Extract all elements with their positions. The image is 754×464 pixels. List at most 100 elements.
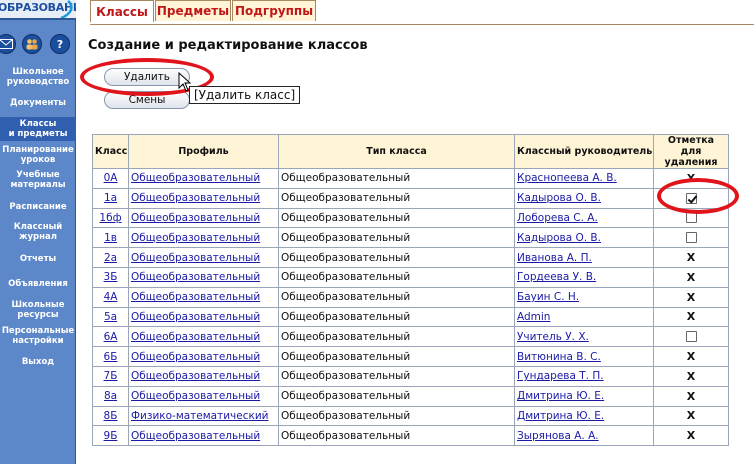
table-row: 7Б Общеобразовательный Общеобразовательный… — [92, 365, 729, 387]
teacher-cell: Краснопеева А. В. — [514, 168, 654, 189]
profile-link[interactable]: Общеобразовательный — [131, 232, 260, 244]
teacher-link[interactable]: Гордеева У. В. — [517, 271, 596, 283]
class-link[interactable]: 5а — [104, 311, 117, 323]
teacher-link[interactable]: Учитель У. Х. — [517, 331, 589, 343]
nav-lesson-planning[interactable]: Планирование уроков — [0, 145, 76, 165]
class-link[interactable]: 3Б — [104, 271, 118, 283]
class-type-cell: Общеобразовательный — [278, 326, 515, 348]
profile-link[interactable]: Общеобразовательный — [131, 271, 260, 283]
teacher-link[interactable]: Иванова А. П. — [517, 252, 592, 264]
profile-link[interactable]: Физико-математический — [131, 410, 268, 422]
class-type-cell: Общеобразовательный — [278, 187, 515, 209]
delete-checkbox[interactable] — [685, 232, 697, 244]
people-icon[interactable] — [22, 34, 42, 54]
class-link[interactable]: 9Б — [104, 430, 118, 442]
class-cell: 8а — [92, 385, 129, 407]
teacher-link[interactable]: Бауин С. Н. — [517, 291, 579, 303]
not-deletable-mark: X — [686, 409, 696, 423]
mail-icon[interactable] — [0, 34, 16, 54]
profile-link[interactable]: Общеобразовательный — [131, 172, 260, 184]
profile-link[interactable]: Общеобразовательный — [131, 351, 260, 363]
profile-cell: Физико-математический — [128, 405, 279, 427]
tab-underline — [90, 24, 754, 25]
class-link[interactable]: 0А — [104, 172, 118, 184]
class-cell: 3Б — [92, 266, 129, 288]
class-link[interactable]: 1а — [104, 192, 117, 204]
profile-link[interactable]: Общеобразовательный — [131, 311, 260, 323]
class-type-cell: Общеобразовательный — [278, 425, 515, 447]
profile-cell: Общеобразовательный — [128, 227, 279, 249]
nav-personal-settings[interactable]: Персональные настройки — [0, 326, 76, 346]
delete-checkbox[interactable] — [685, 331, 697, 343]
nav-class-journal[interactable]: Классный журнал — [0, 222, 76, 242]
help-icon[interactable]: ? — [50, 34, 70, 54]
class-cell: 1в — [92, 227, 129, 249]
nav-school-management[interactable]: Школьное руководство — [0, 67, 76, 87]
teacher-cell: Учитель У. Х. — [514, 326, 654, 348]
teacher-link[interactable]: Зырянова А. А. — [517, 430, 599, 442]
class-link[interactable]: 6Б — [104, 351, 118, 363]
profile-link[interactable]: Общеобразовательный — [131, 192, 260, 204]
teacher-link[interactable]: Дмитрина Ю. Е. — [517, 390, 604, 402]
tab-subjects[interactable]: Предметы — [155, 0, 231, 21]
teacher-cell: Витюнина В. С. — [514, 346, 654, 367]
nav-school-resources[interactable]: Школьные ресурсы — [0, 300, 76, 320]
profile-link[interactable]: Общеобразовательный — [131, 430, 260, 442]
delete-mark-cell: X — [653, 365, 729, 387]
delete-mark-cell: X — [653, 286, 729, 308]
profile-cell: Общеобразовательный — [128, 346, 279, 367]
profile-cell: Общеобразовательный — [128, 365, 279, 387]
teacher-link[interactable]: Краснопеева А. В. — [517, 172, 617, 184]
nav-study-materials[interactable]: Учебные материалы — [0, 170, 76, 190]
class-cell: 2а — [92, 247, 129, 268]
table-row: 0А Общеобразовательный Общеобразовательный… — [92, 168, 729, 189]
nav-exit[interactable]: Выход — [0, 357, 76, 367]
class-cell: 1а — [92, 187, 129, 209]
teacher-cell: Admin — [514, 306, 654, 328]
profile-link[interactable]: Общеобразовательный — [131, 252, 260, 264]
teacher-link[interactable]: Дмитрина Ю. Е. — [517, 410, 604, 422]
teacher-link[interactable]: Лоборева С. А. — [517, 212, 598, 224]
profile-link[interactable]: Общеобразовательный — [131, 291, 260, 303]
profile-link[interactable]: Общеобразовательный — [131, 390, 260, 402]
tab-subgroups[interactable]: Подгруппы — [232, 0, 316, 21]
profile-cell: Общеобразовательный — [128, 306, 279, 328]
nav-reports[interactable]: Отчеты — [0, 254, 76, 264]
teacher-link[interactable]: Гундарева Т. П. — [517, 370, 604, 382]
teacher-link[interactable]: Кадырова О. В. — [517, 232, 601, 244]
profile-cell: Общеобразовательный — [128, 187, 279, 209]
teacher-cell: Зырянова А. А. — [514, 425, 654, 447]
class-link[interactable]: 1бф — [99, 212, 121, 224]
teacher-cell: Дмитрина Ю. Е. — [514, 405, 654, 427]
nav-announcements[interactable]: Объявления — [0, 279, 76, 289]
class-link[interactable]: 8а — [104, 390, 117, 402]
teacher-link[interactable]: Кадырова О. В. — [517, 192, 601, 204]
table-row: 6А Общеобразовательный Общеобразовательный… — [92, 326, 729, 348]
class-cell: 9Б — [92, 425, 129, 447]
class-link[interactable]: 8Б — [104, 410, 118, 422]
class-link[interactable]: 7Б — [104, 370, 118, 382]
not-deletable-mark: X — [686, 350, 696, 364]
tab-classes[interactable]: Классы — [90, 0, 154, 22]
profile-link[interactable]: Общеобразовательный — [131, 370, 260, 382]
class-cell: 1бф — [92, 207, 129, 229]
profile-link[interactable]: Общеобразовательный — [131, 212, 260, 224]
delete-mark-cell: X — [653, 405, 729, 427]
delete-checkbox[interactable] — [685, 212, 697, 224]
table-header-row: Класс Профиль Тип класса Классный руково… — [92, 134, 729, 169]
teacher-link[interactable]: Admin — [517, 311, 550, 323]
class-link[interactable]: 4А — [104, 291, 118, 303]
nav-documents[interactable]: Документы — [0, 98, 76, 108]
profile-link[interactable]: Общеобразовательный — [131, 331, 260, 343]
nav-schedule[interactable]: Расписание — [0, 202, 76, 212]
col-header-class: Класс — [92, 134, 129, 169]
tooltip: [Удалить класс] — [189, 86, 301, 104]
nav-classes-subjects[interactable]: Классы и предметы — [0, 117, 76, 141]
class-link[interactable]: 6А — [104, 331, 118, 343]
profile-cell: Общеобразовательный — [128, 385, 279, 407]
class-cell: 4А — [92, 286, 129, 308]
class-link[interactable]: 2а — [104, 252, 117, 264]
class-link[interactable]: 1в — [104, 232, 117, 244]
not-deletable-mark: X — [686, 290, 696, 304]
teacher-link[interactable]: Витюнина В. С. — [517, 351, 601, 363]
